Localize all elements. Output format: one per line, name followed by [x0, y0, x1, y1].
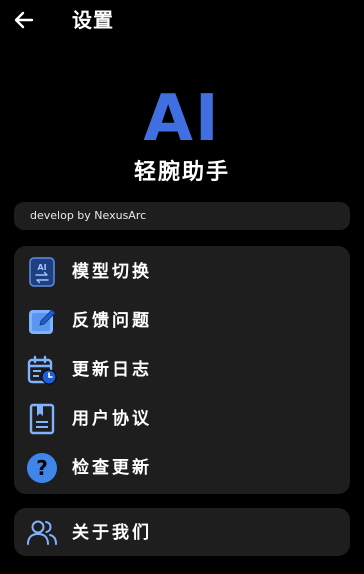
developer-credit: develop by NexusArc [14, 202, 350, 230]
menu-item-label: 用户协议 [72, 409, 152, 429]
svg-text:AI: AI [37, 263, 46, 272]
users-icon [27, 520, 57, 545]
menu-item-label: 检查更新 [72, 458, 152, 478]
menu-item-model-switch[interactable]: AI 模型切换 [14, 248, 350, 294]
menu-item-label: 更新日志 [72, 360, 152, 380]
menu-item-changelog[interactable]: 更新日志 [14, 346, 350, 392]
question-circle-icon: ? [27, 453, 57, 483]
menu-item-feedback[interactable]: 反馈问题 [14, 297, 350, 343]
menu-item-label: 关于我们 [72, 523, 152, 543]
settings-menu: AI 模型切换 反馈问题 更新日志 用户协议 ? 检查更新 [14, 246, 350, 494]
arrow-left-icon [14, 11, 34, 29]
svg-text:?: ? [36, 456, 48, 480]
top-app-bar: 设置 [0, 0, 364, 42]
document-bookmark-icon [29, 403, 55, 435]
back-button[interactable] [10, 6, 38, 34]
calendar-log-icon [27, 355, 57, 385]
page-title: 设置 [72, 8, 114, 32]
ai-switch-icon: AI [29, 257, 55, 287]
menu-item-about-us[interactable]: 关于我们 [14, 509, 350, 555]
feedback-edit-icon [29, 309, 56, 334]
menu-item-label: 模型切换 [72, 262, 152, 282]
menu-item-check-update[interactable]: ? 检查更新 [14, 444, 350, 490]
app-logo: AI [143, 82, 221, 156]
about-section: 关于我们 [14, 508, 350, 556]
menu-item-user-agreement[interactable]: 用户协议 [14, 395, 350, 441]
app-name: 轻腕助手 [133, 160, 230, 185]
menu-item-label: 反馈问题 [72, 311, 152, 331]
